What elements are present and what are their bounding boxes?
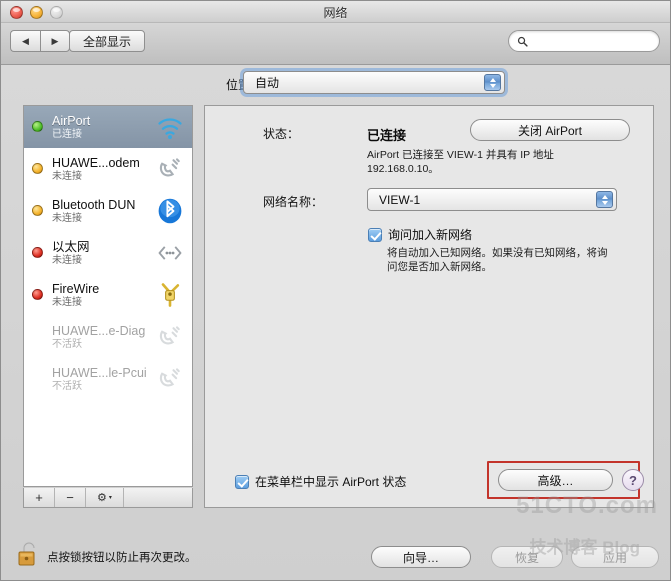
unlocked-padlock-icon[interactable] bbox=[17, 540, 41, 567]
popup-stepper-icon bbox=[596, 191, 613, 208]
toggle-airport-label: 关闭 AirPort bbox=[517, 123, 582, 138]
search-input[interactable] bbox=[532, 35, 650, 47]
forward-button[interactable]: ▶ bbox=[40, 30, 70, 52]
network-name-label: 网络名称： bbox=[263, 195, 324, 209]
firewire-icon bbox=[161, 283, 180, 307]
ask-join-label: 询问加入新网络 bbox=[388, 228, 473, 242]
chevron-down-icon: ▾ bbox=[108, 495, 112, 501]
gear-icon: ⚙ bbox=[97, 492, 107, 504]
location-value: 自动 bbox=[255, 76, 280, 90]
location-popup-button[interactable]: 自动 bbox=[243, 71, 505, 94]
ask-join-description: 将自动加入已知网络。如果没有已知网络，将询问您是否加入新网络。 bbox=[387, 247, 608, 273]
service-row[interactable]: HUAWE...odem 未连接 bbox=[24, 148, 192, 190]
modem-icon bbox=[159, 158, 180, 177]
service-row[interactable]: AirPort 已连接 bbox=[24, 106, 192, 148]
body-area: AirPort 已连接 HUAWE...odem 未连接 Bluetooth DUN 未连… bbox=[1, 101, 670, 580]
airport-settings-panel: 状态： 已连接 AirPort 已连接至 VIEW-1 并具有 IP 地址 19… bbox=[204, 105, 654, 508]
network-preferences-window: 网络 ◀ ▶ 全部显示 位置： 自动 bbox=[0, 0, 671, 581]
navigation-buttons: ◀ ▶ bbox=[10, 30, 70, 52]
apply-button: 应用 bbox=[571, 546, 659, 568]
modem-icon bbox=[159, 368, 180, 387]
window-title: 网络 bbox=[323, 6, 348, 20]
status-indicator-orange bbox=[32, 205, 43, 216]
status-indicator-orange bbox=[32, 163, 43, 174]
status-indicator-red bbox=[32, 289, 43, 300]
ask-join-checkbox-row[interactable]: 询问加入新网络 bbox=[368, 226, 472, 243]
service-row[interactable]: Bluetooth DUN 未连接 bbox=[24, 190, 192, 232]
plus-icon: + bbox=[35, 490, 43, 505]
lock-hint-text: 点按锁按钮以防止再次更改。 bbox=[47, 552, 197, 564]
service-list-toolbar: + − ⚙ ▾ bbox=[23, 488, 193, 508]
show-all-button[interactable]: 全部显示 bbox=[69, 30, 146, 52]
network-name-value: VIEW-1 bbox=[379, 192, 421, 207]
search-icon bbox=[517, 36, 528, 47]
popup-stepper-icon bbox=[484, 74, 501, 91]
location-row: 位置： 自动 bbox=[1, 65, 670, 101]
status-indicator-red bbox=[32, 247, 43, 258]
status-value: 已连接 bbox=[367, 128, 407, 143]
service-row[interactable]: FireWire 未连接 bbox=[24, 274, 192, 316]
service-toolbar-filler bbox=[124, 488, 192, 507]
minus-icon: − bbox=[66, 490, 74, 505]
service-row[interactable]: HUAWE...e-Diag 不活跃 bbox=[24, 316, 192, 358]
revert-button: 恢复 bbox=[491, 546, 563, 568]
toggle-airport-button[interactable]: 关闭 AirPort bbox=[470, 119, 630, 141]
status-indicator-none bbox=[32, 373, 43, 384]
search-field[interactable] bbox=[508, 30, 660, 52]
status-label: 状态： bbox=[263, 127, 300, 141]
assistant-button[interactable]: 向导… bbox=[371, 546, 471, 568]
status-indicator-none bbox=[32, 331, 43, 342]
apply-label: 应用 bbox=[602, 550, 627, 565]
service-list[interactable]: AirPort 已连接 HUAWE...odem 未连接 Bluetooth DUN 未连… bbox=[23, 105, 193, 487]
show-menubar-label: 在菜单栏中显示 AirPort 状态 bbox=[255, 475, 407, 489]
status-indicator-green bbox=[32, 121, 43, 132]
revert-label: 恢复 bbox=[514, 550, 539, 565]
service-action-menu-button[interactable]: ⚙ ▾ bbox=[86, 488, 124, 507]
back-button[interactable]: ◀ bbox=[10, 30, 40, 52]
chevron-left-icon: ◀ bbox=[22, 35, 29, 46]
location-popup-wrapper: 自动 bbox=[243, 71, 505, 94]
show-all-label: 全部显示 bbox=[83, 34, 132, 49]
show-menubar-checkbox[interactable] bbox=[235, 474, 249, 489]
service-row[interactable]: HUAWE...le-Pcui 不活跃 bbox=[24, 358, 192, 400]
title-bar: 网络 bbox=[1, 1, 670, 23]
status-description: AirPort 已连接至 VIEW-1 并具有 IP 地址 192.168.0.… bbox=[367, 149, 554, 175]
service-row[interactable]: 以太网 未连接 bbox=[24, 232, 192, 274]
add-service-button[interactable]: + bbox=[24, 488, 55, 507]
chevron-right-icon: ▶ bbox=[51, 35, 59, 46]
ask-join-checkbox[interactable] bbox=[368, 227, 382, 242]
toolbar: ◀ ▶ 全部显示 bbox=[1, 23, 670, 65]
help-button[interactable]: ? bbox=[622, 469, 644, 491]
question-mark-icon: ? bbox=[629, 472, 637, 488]
modem-icon bbox=[159, 326, 180, 345]
ethernet-icon bbox=[158, 246, 182, 260]
show-menubar-checkbox-row[interactable]: 在菜单栏中显示 AirPort 状态 bbox=[235, 473, 406, 490]
assistant-label: 向导… bbox=[402, 550, 439, 565]
advanced-button[interactable]: 高级… bbox=[498, 469, 613, 491]
network-name-popup-button[interactable]: VIEW-1 bbox=[367, 188, 617, 211]
advanced-label: 高级… bbox=[537, 473, 574, 488]
wifi-icon bbox=[158, 118, 182, 139]
footer: 点按锁按钮以防止再次更改。 向导… 恢复 应用 bbox=[1, 532, 670, 580]
bluetooth-icon bbox=[158, 198, 182, 224]
remove-service-button[interactable]: − bbox=[55, 488, 86, 507]
